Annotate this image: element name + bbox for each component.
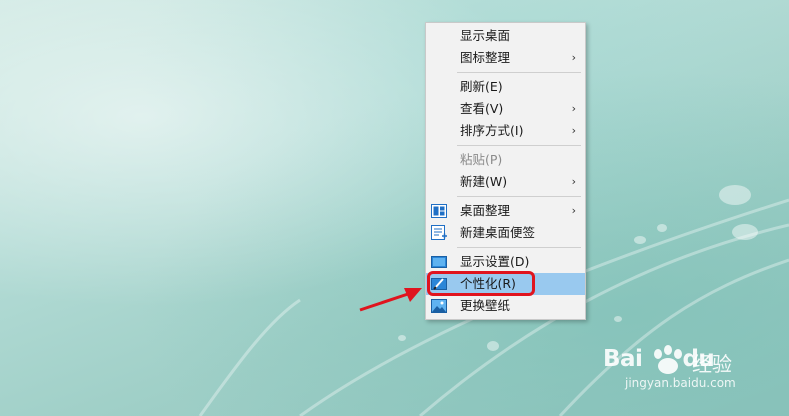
menu-separator — [457, 145, 581, 146]
menu-item-desktop-organize[interactable]: 桌面整理 › — [426, 200, 585, 222]
chevron-right-icon: › — [571, 204, 576, 217]
menu-item-label: 新建桌面便签 — [460, 225, 536, 240]
menu-item-change-wallpaper[interactable]: 更换壁纸 — [426, 295, 585, 317]
menu-separator — [457, 72, 581, 73]
watermark-brand-cn: 经验 — [692, 352, 732, 376]
menu-item-label: 刷新(E) — [460, 79, 503, 94]
chevron-right-icon: › — [571, 51, 576, 64]
menu-separator — [457, 196, 581, 197]
sticky-note-icon — [431, 225, 447, 241]
menu-item-new-sticky-note[interactable]: 新建桌面便签 — [426, 222, 585, 244]
menu-item-view[interactable]: 查看(V) › — [426, 98, 585, 120]
watermark-url: jingyan.baidu.com — [625, 376, 736, 390]
chevron-right-icon: › — [571, 102, 576, 115]
menu-item-label: 图标整理 — [460, 50, 511, 65]
chevron-right-icon: › — [571, 124, 576, 137]
menu-item-paste: 粘贴(P) — [426, 149, 585, 171]
wallpaper-icon — [431, 298, 447, 314]
menu-item-label: 排序方式(I) — [460, 123, 524, 138]
menu-item-sort-by[interactable]: 排序方式(I) › — [426, 120, 585, 142]
menu-item-icon-arrange[interactable]: 图标整理 › — [426, 47, 585, 69]
menu-item-label: 新建(W) — [460, 174, 508, 189]
annotation-arrow — [359, 288, 422, 312]
menu-item-show-desktop[interactable]: 显示桌面 — [426, 25, 585, 47]
menu-item-display-settings[interactable]: 显示设置(D) — [426, 251, 585, 273]
menu-item-label: 桌面整理 — [460, 203, 511, 218]
menu-item-new[interactable]: 新建(W) › — [426, 171, 585, 193]
menu-separator — [457, 247, 581, 248]
desktop-organize-icon — [431, 203, 447, 219]
chevron-right-icon: › — [571, 175, 576, 188]
menu-item-label: 显示设置(D) — [460, 254, 530, 269]
menu-item-label: 更换壁纸 — [460, 298, 511, 313]
menu-item-refresh[interactable]: 刷新(E) — [426, 76, 585, 98]
menu-item-label: 查看(V) — [460, 101, 504, 116]
display-icon — [431, 254, 447, 270]
menu-item-label: 显示桌面 — [460, 28, 511, 43]
annotation-highlight-box — [427, 271, 535, 296]
menu-item-label: 粘贴(P) — [460, 152, 503, 167]
